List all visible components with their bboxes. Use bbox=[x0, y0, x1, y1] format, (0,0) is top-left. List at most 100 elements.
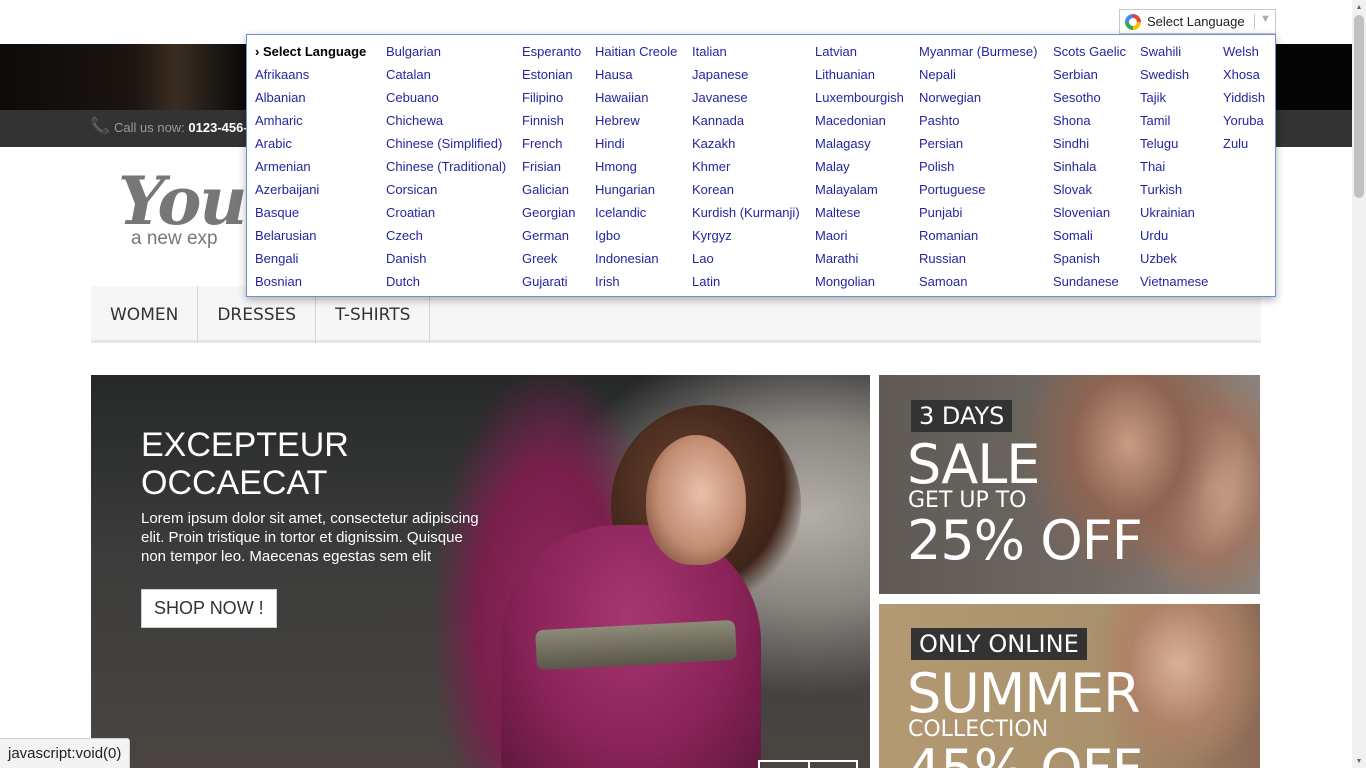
language-option[interactable]: Welsh bbox=[1223, 40, 1265, 63]
language-option-selected[interactable]: › Select Language bbox=[255, 40, 366, 63]
language-option[interactable]: Ukrainian bbox=[1140, 201, 1208, 224]
language-option[interactable]: Malay bbox=[815, 155, 904, 178]
language-option[interactable]: Vietnamese bbox=[1140, 270, 1208, 293]
language-option[interactable]: Kyrgyz bbox=[692, 224, 800, 247]
scroll-up-arrow-icon[interactable]: ▲ bbox=[1352, 0, 1366, 14]
language-option[interactable]: Kazakh bbox=[692, 132, 800, 155]
scrollbar-thumb[interactable] bbox=[1354, 15, 1364, 198]
language-option[interactable]: Somali bbox=[1053, 224, 1126, 247]
language-option[interactable]: Malayalam bbox=[815, 178, 904, 201]
language-option[interactable]: Swahili bbox=[1140, 40, 1208, 63]
language-option[interactable]: Turkish bbox=[1140, 178, 1208, 201]
language-option[interactable]: Punjabi bbox=[919, 201, 1037, 224]
language-option[interactable]: Maltese bbox=[815, 201, 904, 224]
language-option[interactable]: Javanese bbox=[692, 86, 800, 109]
language-option[interactable]: Persian bbox=[919, 132, 1037, 155]
language-option[interactable]: Chichewa bbox=[386, 109, 506, 132]
summer-banner[interactable]: ONLY ONLINE SUMMER COLLECTION 45% OFF bbox=[879, 604, 1260, 768]
language-option[interactable]: Russian bbox=[919, 247, 1037, 270]
language-option[interactable]: Mongolian bbox=[815, 270, 904, 293]
language-option[interactable]: Italian bbox=[692, 40, 800, 63]
language-option[interactable]: Sundanese bbox=[1053, 270, 1126, 293]
language-option[interactable]: Hausa bbox=[595, 63, 677, 86]
language-option[interactable]: Macedonian bbox=[815, 109, 904, 132]
language-option[interactable]: Serbian bbox=[1053, 63, 1126, 86]
language-select[interactable]: Select Language ▼ bbox=[1119, 9, 1276, 34]
language-option[interactable]: Malagasy bbox=[815, 132, 904, 155]
language-option[interactable]: Chinese (Traditional) bbox=[386, 155, 506, 178]
language-option[interactable]: Thai bbox=[1140, 155, 1208, 178]
sale-banner[interactable]: 3 DAYS SALE GET UP TO 25% OFF bbox=[879, 375, 1260, 594]
language-option[interactable]: Swedish bbox=[1140, 63, 1208, 86]
language-option[interactable]: Afrikaans bbox=[255, 63, 366, 86]
language-option[interactable]: Urdu bbox=[1140, 224, 1208, 247]
language-option[interactable]: Frisian bbox=[522, 155, 581, 178]
chevron-down-icon[interactable]: ▼ bbox=[1260, 13, 1271, 25]
menu-item-women[interactable]: WOMEN bbox=[91, 286, 199, 343]
language-option[interactable]: Irish bbox=[595, 270, 677, 293]
language-option[interactable]: Bosnian bbox=[255, 270, 366, 293]
language-option[interactable]: Hungarian bbox=[595, 178, 677, 201]
language-option[interactable]: Galician bbox=[522, 178, 581, 201]
language-option[interactable]: Arabic bbox=[255, 132, 366, 155]
language-option[interactable]: Chinese (Simplified) bbox=[386, 132, 506, 155]
language-option[interactable]: Greek bbox=[522, 247, 581, 270]
language-option[interactable]: Bulgarian bbox=[386, 40, 506, 63]
language-option[interactable]: Korean bbox=[692, 178, 800, 201]
language-option[interactable]: Sindhi bbox=[1053, 132, 1126, 155]
language-option[interactable]: Hindi bbox=[595, 132, 677, 155]
language-option[interactable]: Nepali bbox=[919, 63, 1037, 86]
language-option[interactable]: Estonian bbox=[522, 63, 581, 86]
language-option[interactable]: Indonesian bbox=[595, 247, 677, 270]
language-option[interactable]: Telugu bbox=[1140, 132, 1208, 155]
language-option[interactable]: Icelandic bbox=[595, 201, 677, 224]
language-option[interactable]: Xhosa bbox=[1223, 63, 1265, 86]
language-option[interactable]: Latin bbox=[692, 270, 800, 293]
language-option[interactable]: Albanian bbox=[255, 86, 366, 109]
language-option[interactable]: Esperanto bbox=[522, 40, 581, 63]
language-option[interactable]: Cebuano bbox=[386, 86, 506, 109]
language-option[interactable]: Azerbaijani bbox=[255, 178, 366, 201]
language-option[interactable]: Marathi bbox=[815, 247, 904, 270]
language-option[interactable]: Samoan bbox=[919, 270, 1037, 293]
language-option[interactable]: Haitian Creole bbox=[595, 40, 677, 63]
language-option[interactable]: Hmong bbox=[595, 155, 677, 178]
language-option[interactable]: Gujarati bbox=[522, 270, 581, 293]
language-option[interactable]: Myanmar (Burmese) bbox=[919, 40, 1037, 63]
language-option[interactable]: Romanian bbox=[919, 224, 1037, 247]
language-option[interactable]: Tamil bbox=[1140, 109, 1208, 132]
language-option[interactable]: Dutch bbox=[386, 270, 506, 293]
language-option[interactable]: Portuguese bbox=[919, 178, 1037, 201]
language-option[interactable]: Khmer bbox=[692, 155, 800, 178]
language-option[interactable]: Slovak bbox=[1053, 178, 1126, 201]
language-option[interactable]: Armenian bbox=[255, 155, 366, 178]
scroll-down-arrow-icon[interactable]: ▼ bbox=[1352, 754, 1366, 768]
language-option[interactable]: Pashto bbox=[919, 109, 1037, 132]
language-option[interactable]: Belarusian bbox=[255, 224, 366, 247]
language-option[interactable]: Corsican bbox=[386, 178, 506, 201]
language-option[interactable]: Bengali bbox=[255, 247, 366, 270]
language-option[interactable]: Spanish bbox=[1053, 247, 1126, 270]
language-option[interactable]: Danish bbox=[386, 247, 506, 270]
language-option[interactable]: Finnish bbox=[522, 109, 581, 132]
language-option[interactable]: French bbox=[522, 132, 581, 155]
language-option[interactable]: Croatian bbox=[386, 201, 506, 224]
language-option[interactable]: Scots Gaelic bbox=[1053, 40, 1126, 63]
hero-slide[interactable]: EXCEPTEUR OCCAECAT Lorem ipsum dolor sit… bbox=[91, 375, 870, 768]
language-option[interactable]: Shona bbox=[1053, 109, 1126, 132]
language-option[interactable]: Latvian bbox=[815, 40, 904, 63]
language-option[interactable]: Sesotho bbox=[1053, 86, 1126, 109]
language-option[interactable]: Slovenian bbox=[1053, 201, 1126, 224]
language-option[interactable]: Lithuanian bbox=[815, 63, 904, 86]
language-option[interactable]: Catalan bbox=[386, 63, 506, 86]
slider-pager[interactable] bbox=[758, 760, 858, 768]
language-option[interactable]: Norwegian bbox=[919, 86, 1037, 109]
language-option[interactable]: Sinhala bbox=[1053, 155, 1126, 178]
language-option[interactable]: Yiddish bbox=[1223, 86, 1265, 109]
language-option[interactable]: Kannada bbox=[692, 109, 800, 132]
language-option[interactable]: Luxembourgish bbox=[815, 86, 904, 109]
language-option[interactable]: Lao bbox=[692, 247, 800, 270]
language-option[interactable]: Polish bbox=[919, 155, 1037, 178]
language-option[interactable]: Basque bbox=[255, 201, 366, 224]
language-option[interactable]: Uzbek bbox=[1140, 247, 1208, 270]
